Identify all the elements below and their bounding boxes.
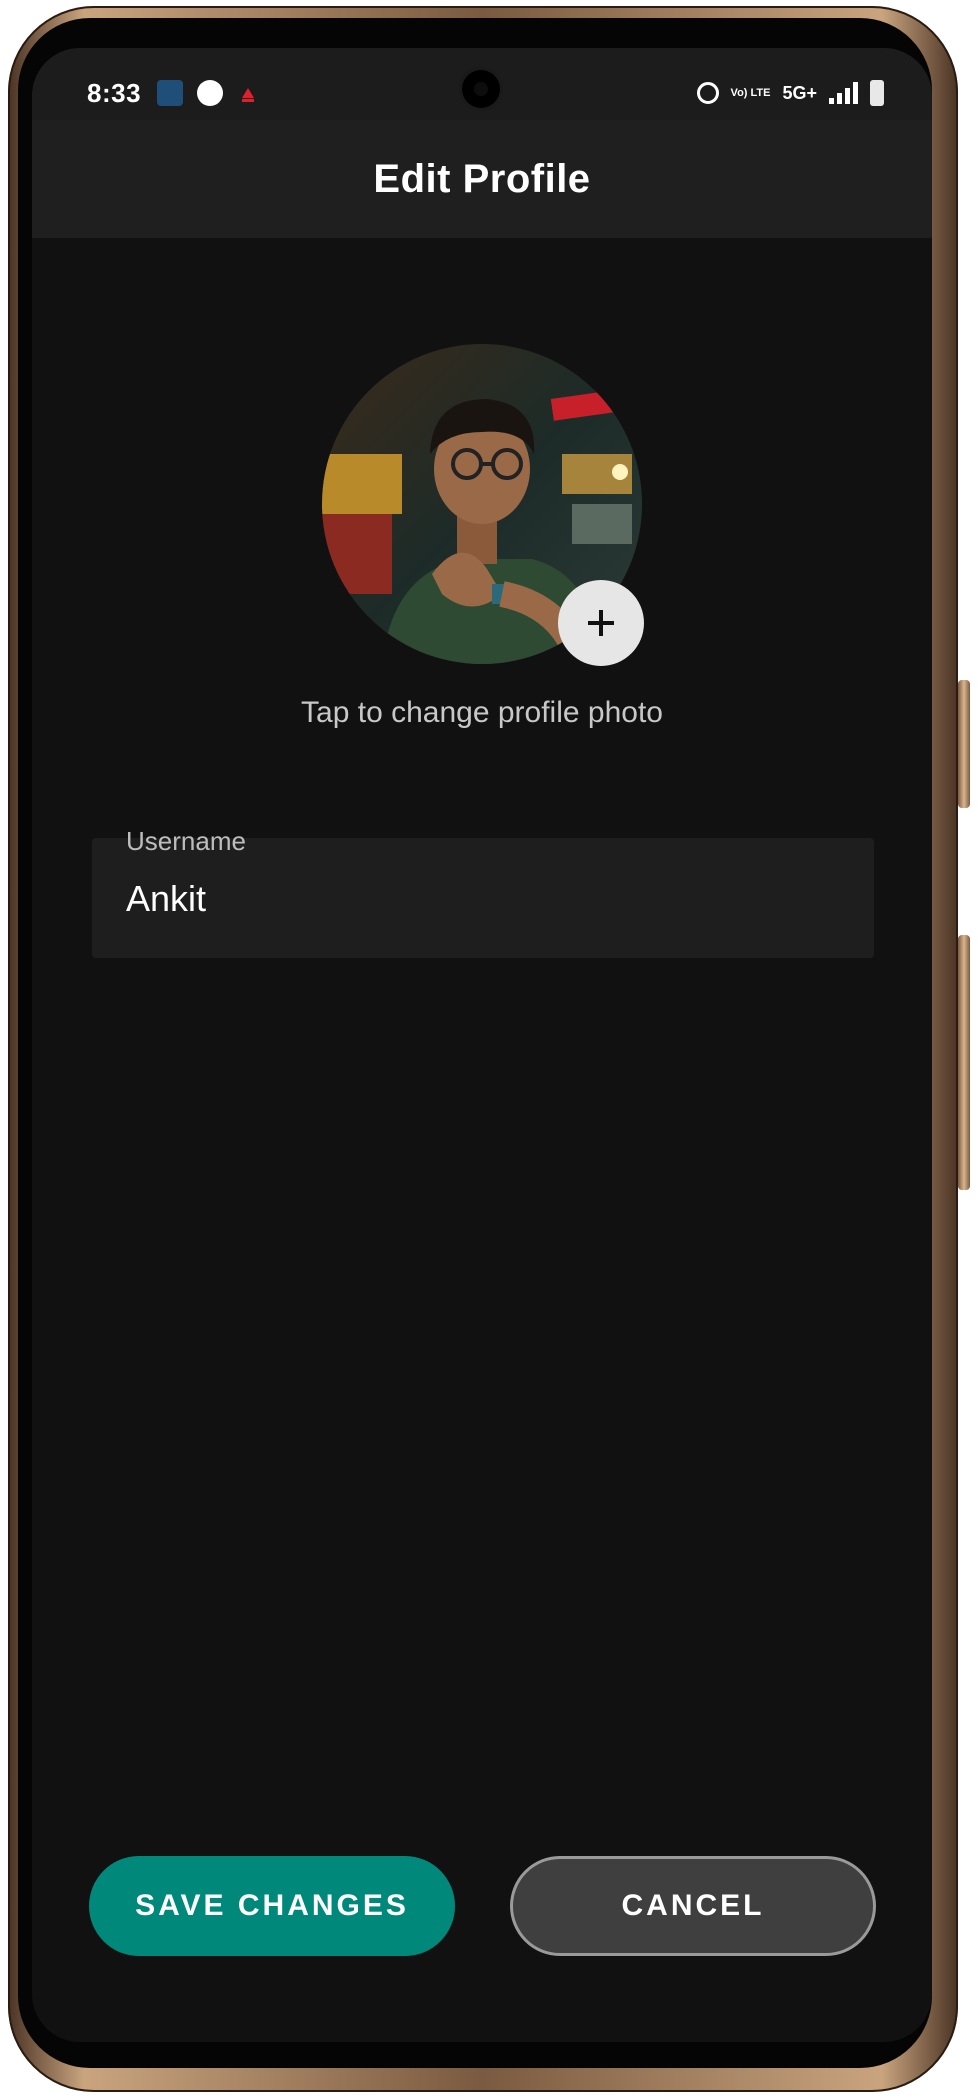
screen: 8:33 Vo) LTE 5G+ Edit Profile Tap to cha… [32,48,932,2042]
plus-icon [588,610,614,636]
username-label: Username [126,826,246,856]
front-camera [462,70,500,108]
battery-icon [870,80,884,106]
network-type: 5G+ [782,82,817,103]
volte-icon: Vo) LTE [730,86,771,99]
cancel-button[interactable]: CANCEL [510,1856,876,1956]
signal-icon [829,82,858,104]
username-input[interactable] [126,878,826,920]
username-field[interactable]: Username [92,826,874,958]
status-time: 8:33 [87,78,142,108]
add-photo-button[interactable] [558,580,644,666]
speed-icon [197,80,223,106]
alarm-icon [696,82,719,104]
change-photo-hint: Tap to change profile photo [301,696,663,729]
status-icons: Vo) LTE 5G+ [696,78,884,108]
app-notification-icon [157,80,183,106]
status-bar: 8:33 Vo) LTE 5G+ [32,48,932,120]
app-bar: Edit Profile [32,120,932,238]
profile-photo-container[interactable] [322,344,644,666]
page-title: Edit Profile [373,156,591,201]
save-changes-button[interactable]: SAVE CHANGES [89,1856,455,1956]
power-button [958,935,970,1190]
volume-button [958,680,970,808]
notification-icon [242,88,254,102]
